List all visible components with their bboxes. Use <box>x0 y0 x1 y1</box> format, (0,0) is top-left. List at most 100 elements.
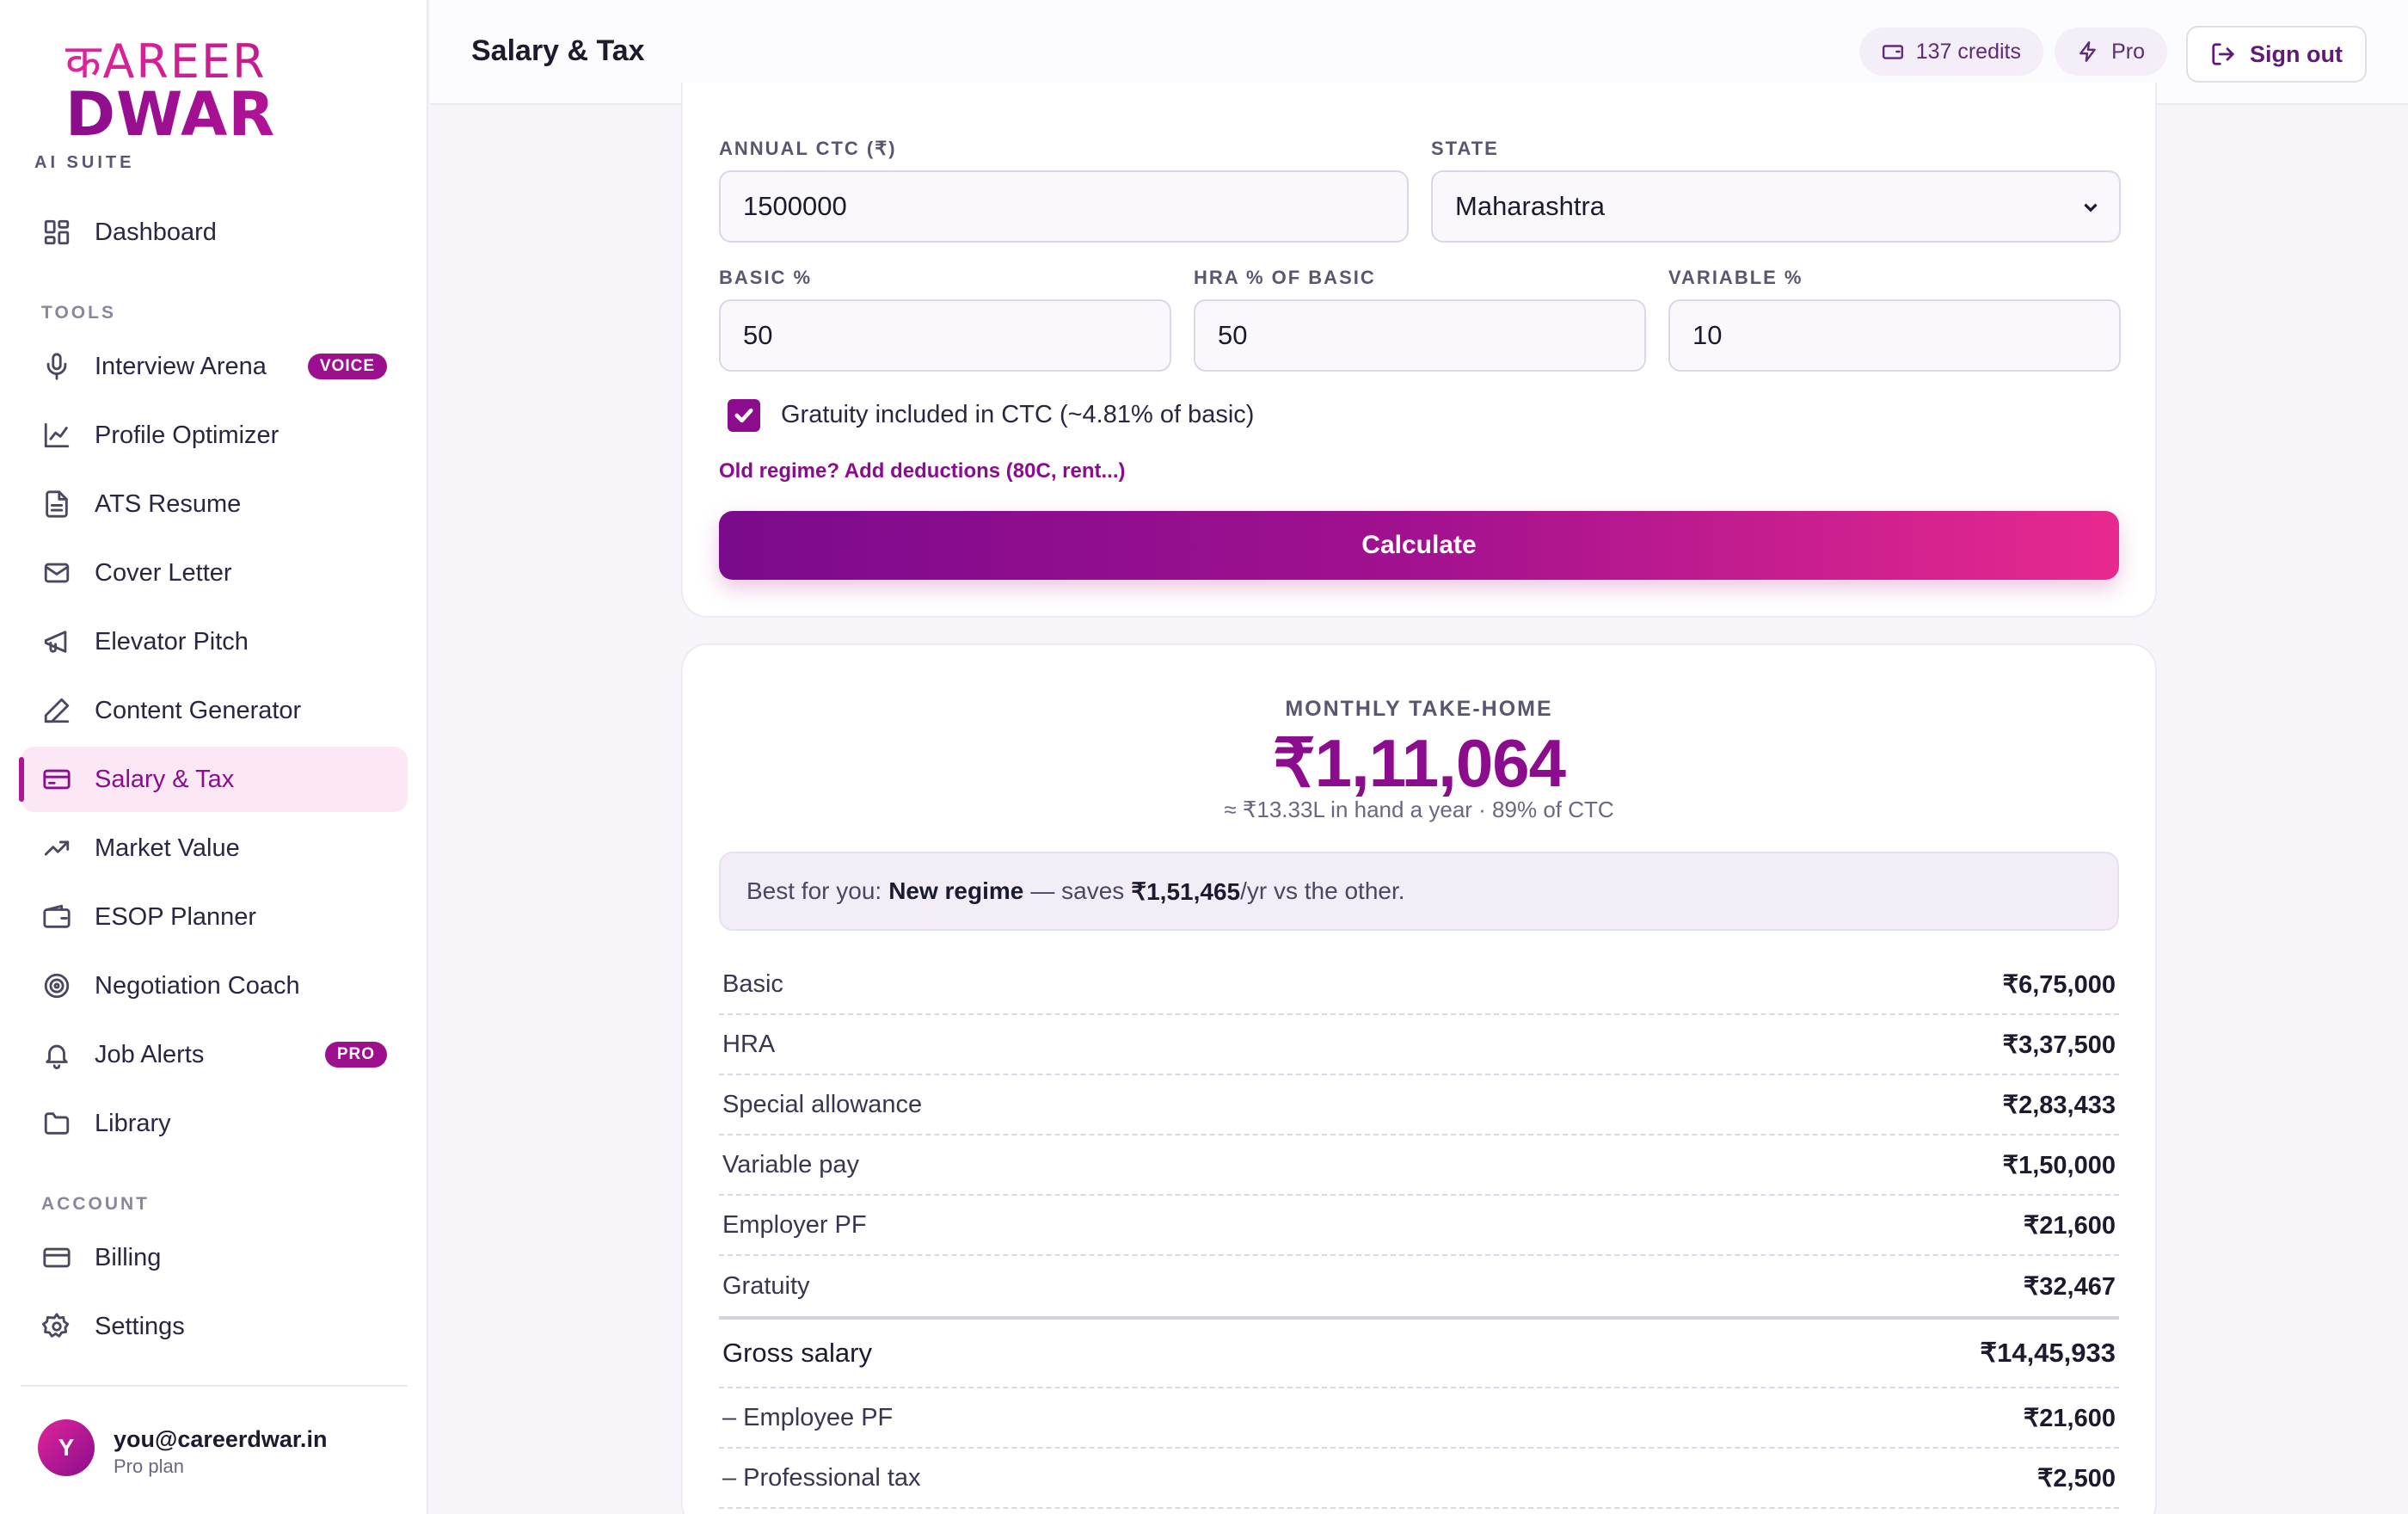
table-row: HRA ₹3,37,500 <box>719 1015 2119 1075</box>
sign-out-label: Sign out <box>2250 40 2343 67</box>
voice-badge: VOICE <box>307 354 387 379</box>
table-row: Employer PF ₹21,600 <box>719 1196 2119 1256</box>
row-label: – Professional tax <box>722 1463 921 1492</box>
check-icon <box>734 408 753 423</box>
row-label: Gross salary <box>722 1338 872 1368</box>
ctc-input[interactable]: 1500000 <box>719 170 1409 243</box>
sidebar-item-job-alerts[interactable]: Job Alerts PRO <box>21 1022 408 1087</box>
best-mid: — saves <box>1030 877 1125 904</box>
take-home-subtext: ≈ ₹13.33L in hand a year · 89% of CTC <box>1224 797 1614 822</box>
sidebar-item-library[interactable]: Library <box>21 1091 408 1156</box>
logout-icon <box>2212 43 2234 65</box>
plan-pill[interactable]: Pro <box>2055 28 2167 76</box>
row-value: ₹3,37,500 <box>2002 1031 2116 1059</box>
hra-input[interactable]: 50 <box>1194 299 1646 372</box>
take-home-value: ₹1,11,064 <box>1273 725 1566 801</box>
sidebar-item-profile-optimizer[interactable]: Profile Optimizer <box>21 403 408 468</box>
row-value: ₹2,500 <box>2036 1464 2116 1492</box>
bell-icon <box>40 1037 74 1072</box>
row-label: Variable pay <box>722 1150 860 1179</box>
sidebar-item-label: Negotiation Coach <box>95 971 300 1000</box>
sidebar-item-settings[interactable]: Settings <box>21 1294 408 1359</box>
sidebar-item-label: Billing <box>95 1243 162 1271</box>
plan-label: Pro <box>2111 39 2145 64</box>
table-row: Gratuity ₹32,467 <box>719 1256 2119 1316</box>
row-value: ₹6,75,000 <box>2002 970 2116 999</box>
calculate-button[interactable]: Calculate <box>719 511 2119 580</box>
sidebar-item-label: Market Value <box>95 834 240 862</box>
gear-icon <box>40 1309 74 1344</box>
gratuity-checkbox[interactable] <box>728 399 760 432</box>
sidebar-item-negotiation-coach[interactable]: Negotiation Coach <box>21 953 408 1019</box>
row-value: ₹14,45,933 <box>1980 1338 2116 1368</box>
table-row: Special allowance ₹2,83,433 <box>719 1075 2119 1136</box>
table-row: Variable pay ₹1,50,000 <box>719 1136 2119 1196</box>
sidebar-item-dashboard[interactable]: Dashboard <box>21 200 408 265</box>
avatar[interactable]: Y <box>38 1419 95 1476</box>
basic-input[interactable]: 50 <box>719 299 1171 372</box>
sidebar-item-label: Profile Optimizer <box>95 421 280 449</box>
sidebar-item-salary-tax[interactable]: Salary & Tax <box>19 747 408 812</box>
hra-label: HRA % OF BASIC <box>1194 267 1376 288</box>
row-label: Gratuity <box>722 1271 810 1300</box>
old-regime-link[interactable]: Old regime? Add deductions (80C, rent...… <box>719 459 1126 483</box>
bolt-icon <box>2079 40 2096 63</box>
sidebar-item-label: Interview Arena <box>95 352 267 380</box>
account-section-label: ACCOUNT <box>41 1194 150 1214</box>
tools-section-label: TOOLS <box>41 303 116 323</box>
sidebar-item-label: Job Alerts <box>95 1040 205 1068</box>
row-value: ₹2,83,433 <box>2002 1091 2116 1119</box>
variable-input[interactable]: 10 <box>1668 299 2121 372</box>
pen-icon <box>40 693 74 728</box>
best-regime-banner: Best for you: New regime — saves ₹1,51,4… <box>719 852 2119 931</box>
file-icon <box>40 487 74 521</box>
megaphone-icon <box>40 625 74 659</box>
row-label: Basic <box>722 969 783 998</box>
sidebar-item-esop-planner[interactable]: ESOP Planner <box>21 884 408 950</box>
sidebar-item-elevator-pitch[interactable]: Elevator Pitch <box>21 609 408 674</box>
brand-line2: DWAR <box>65 79 276 150</box>
salary-form-card: ANNUAL CTC (₹) 1500000 STATE Maharashtra… <box>681 83 2157 618</box>
sidebar-divider <box>21 1385 408 1387</box>
state-value: Maharashtra <box>1455 191 1606 221</box>
row-value: ₹21,600 <box>2023 1404 2116 1432</box>
sidebar-item-billing[interactable]: Billing <box>21 1225 408 1290</box>
row-value: ₹21,600 <box>2023 1211 2116 1240</box>
row-label: HRA <box>722 1030 776 1058</box>
brand-logo[interactable]: कAREER DWAR <box>65 38 276 150</box>
sidebar-item-cover-letter[interactable]: Cover Letter <box>21 540 408 606</box>
user-plan: Pro plan <box>114 1456 184 1477</box>
chevron-down-icon <box>2084 203 2098 212</box>
sidebar-item-market-value[interactable]: Market Value <box>21 815 408 881</box>
ctc-label: ANNUAL CTC (₹) <box>719 138 897 159</box>
credits-pill[interactable]: 137 credits <box>1858 28 2043 76</box>
mail-icon <box>40 556 74 590</box>
take-home-label: MONTHLY TAKE-HOME <box>1285 697 1553 721</box>
gross-salary-row: Gross salary ₹14,45,933 <box>719 1316 2119 1388</box>
sidebar-item-interview-arena[interactable]: Interview Arena VOICE <box>21 334 408 399</box>
mic-icon <box>40 349 74 384</box>
best-regime: New regime <box>888 877 1024 904</box>
page-title: Salary & Tax <box>471 34 645 67</box>
row-label: Special allowance <box>722 1090 923 1118</box>
trend-icon <box>40 831 74 865</box>
table-row: Basic ₹6,75,000 <box>719 955 2119 1015</box>
sign-out-button[interactable]: Sign out <box>2186 26 2367 83</box>
row-value: ₹32,467 <box>2023 1272 2116 1301</box>
sidebar-item-content-generator[interactable]: Content Generator <box>21 678 408 743</box>
sidebar-item-label: Salary & Tax <box>95 765 235 793</box>
variable-label: VARIABLE % <box>1668 267 1803 288</box>
row-value: ₹1,50,000 <box>2002 1151 2116 1179</box>
pro-badge: PRO <box>324 1042 387 1068</box>
target-icon <box>40 969 74 1003</box>
sidebar-item-label: ATS Resume <box>95 489 242 518</box>
sidebar: कAREER DWAR AI SUITE Dashboard TOOLS Int… <box>0 0 428 1514</box>
chart-icon <box>40 418 74 452</box>
best-prefix: Best for you: <box>746 877 882 904</box>
best-suffix: /yr vs the other. <box>1240 877 1405 904</box>
state-label: STATE <box>1431 138 1499 159</box>
state-select[interactable]: Maharashtra <box>1431 170 2121 243</box>
sidebar-item-ats-resume[interactable]: ATS Resume <box>21 471 408 537</box>
wallet-icon <box>1882 45 1903 59</box>
card-icon <box>40 762 74 797</box>
